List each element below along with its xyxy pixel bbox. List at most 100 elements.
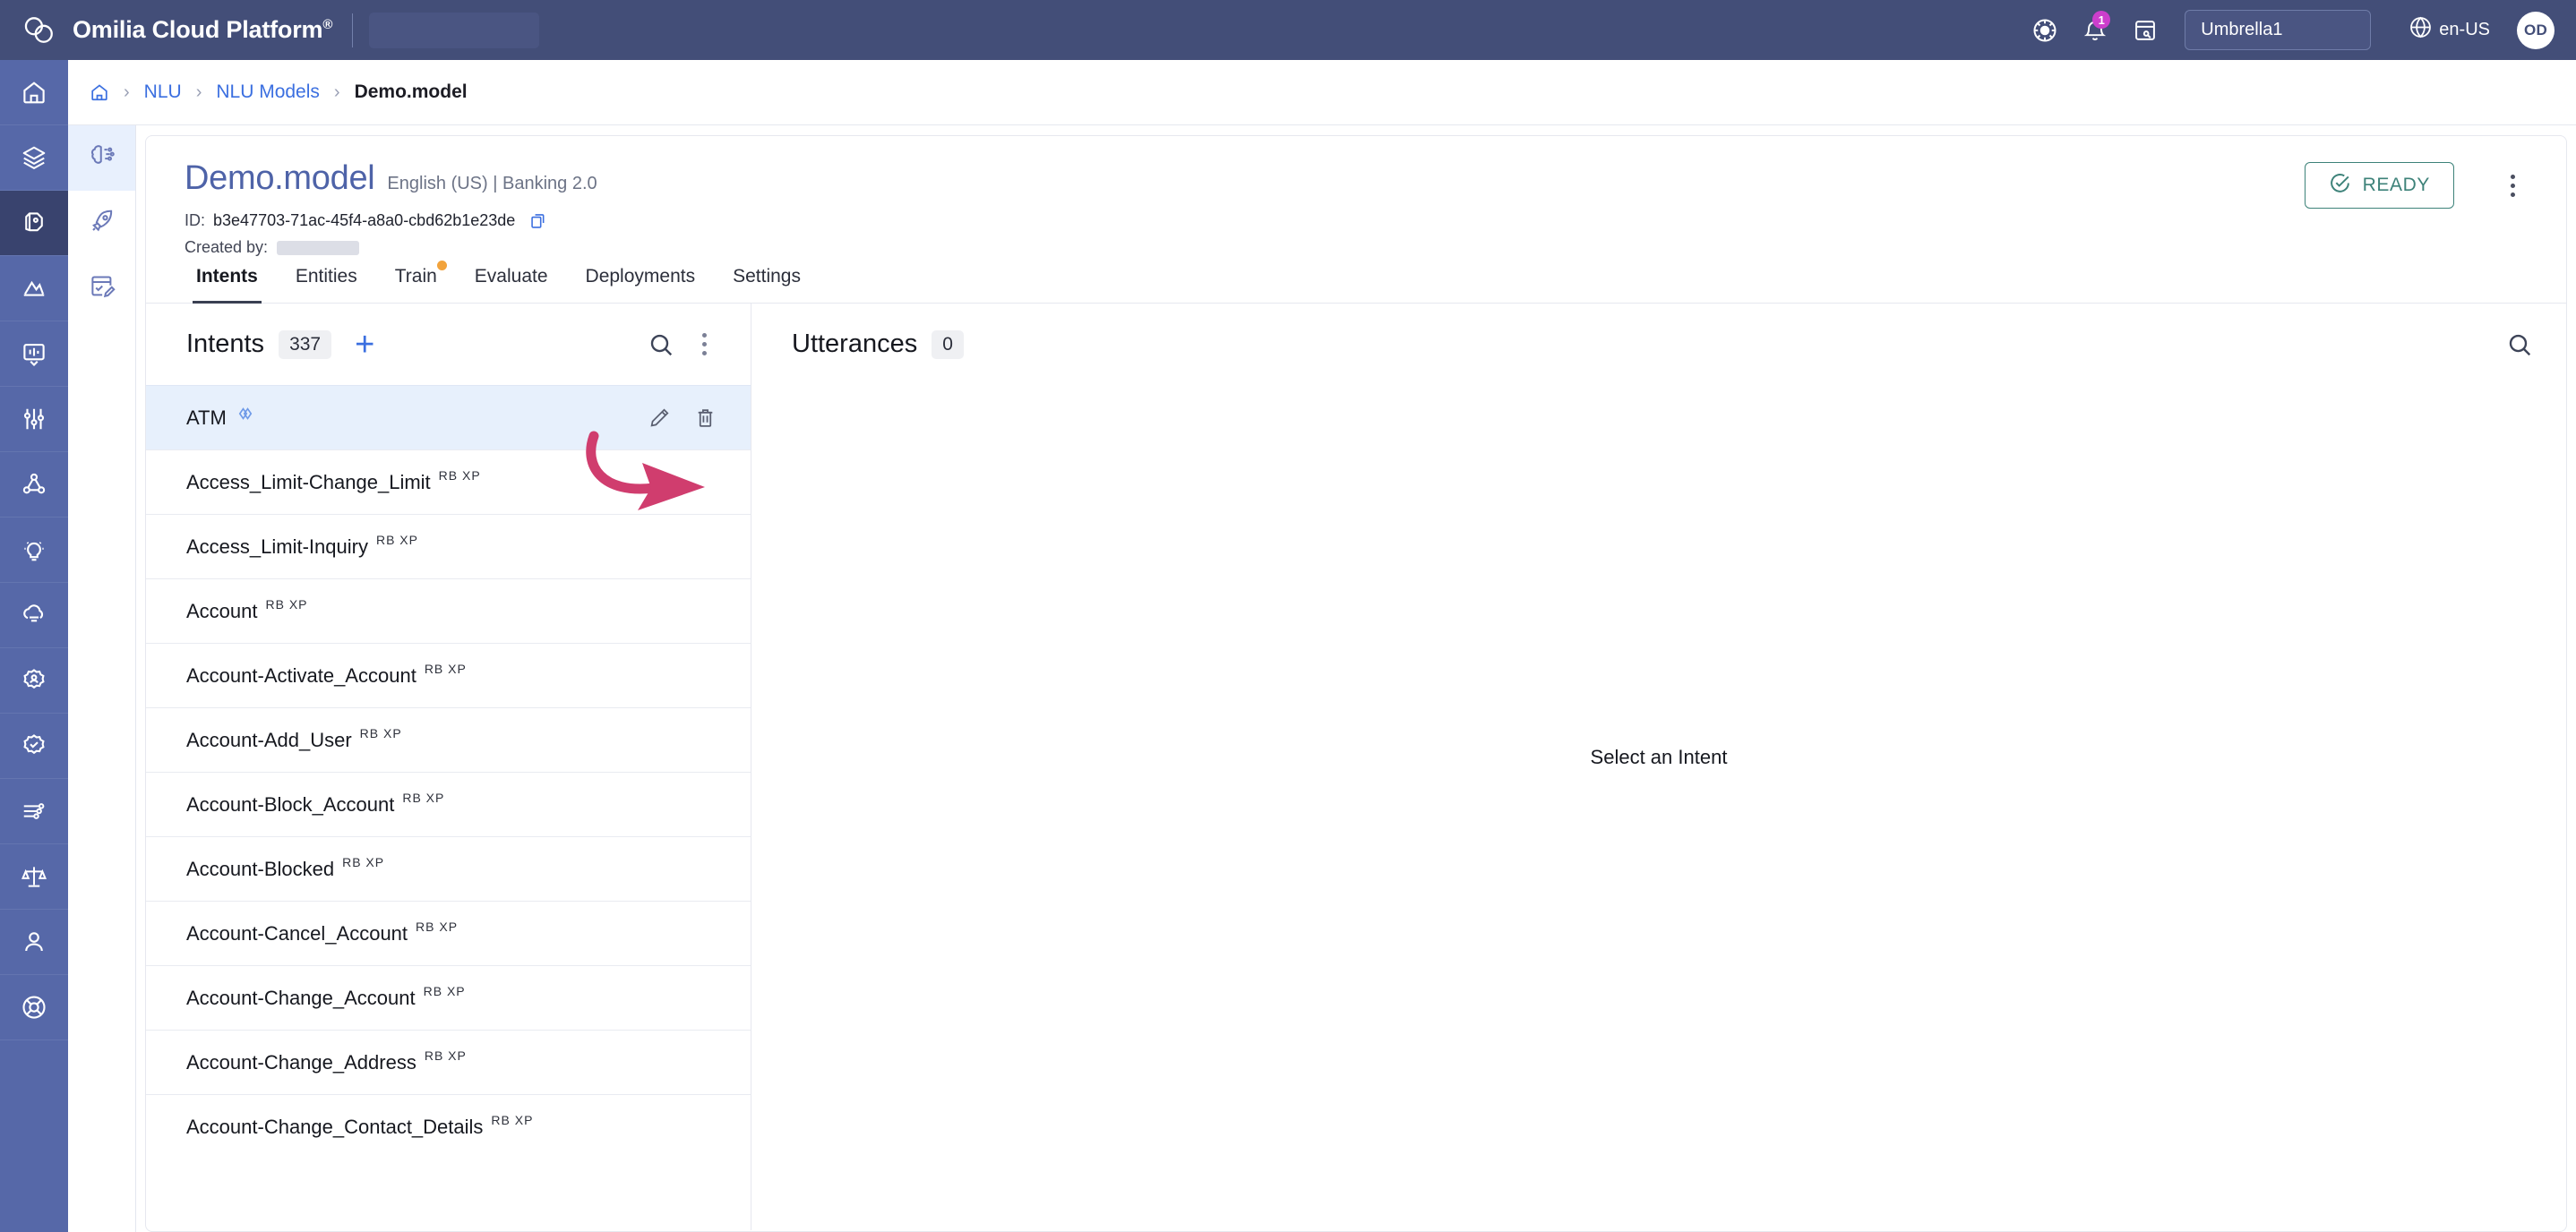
sidebar-item-biometrics[interactable] (0, 648, 68, 714)
sidebar-item-layers[interactable] (0, 125, 68, 191)
content-split: Intents 337 + ATM Access_Limit-Change_Li… (146, 304, 2566, 1230)
top-header-bar: Omilia Cloud Platform® 1 Umbrella1 en-US… (0, 0, 2576, 60)
lifebuoy-icon (21, 994, 47, 1021)
add-intent-button[interactable]: + (355, 328, 374, 362)
intent-badges: RB XP (402, 790, 445, 805)
intent-name: Account-Cancel_Account (186, 921, 408, 945)
breadcrumb-item-nlu-models[interactable]: NLU Models (216, 81, 320, 103)
biometrics-badge-icon (21, 667, 47, 694)
primary-sidebar (0, 60, 68, 1232)
intent-badges: RB XP (438, 467, 481, 483)
settings-sun-icon[interactable] (2020, 0, 2070, 60)
intents-count-badge: 337 (279, 329, 332, 359)
delete-intent-icon[interactable] (694, 406, 717, 429)
intent-row[interactable]: Access_Limit-Inquiry RB XP (146, 514, 751, 578)
intent-row[interactable]: Access_Limit-Change_Limit RB XP (146, 449, 751, 514)
avatar[interactable]: OD (2517, 11, 2555, 49)
intent-row[interactable]: Account-Block_Account RB XP (146, 772, 751, 836)
intent-name: Account-Change_Address (186, 1050, 416, 1074)
sidebar-item-cloud[interactable] (0, 583, 68, 648)
sidebar-item-transcripts[interactable] (0, 321, 68, 387)
breadcrumb-item-nlu[interactable]: NLU (144, 81, 182, 103)
search-utterances-icon[interactable] (2498, 323, 2541, 366)
model-card: Demo.model English (US) | Banking 2.0 ID… (145, 135, 2567, 1232)
tab-deployments[interactable]: Deployments (567, 266, 715, 303)
sidebar-item-compliance[interactable] (0, 844, 68, 910)
intent-list[interactable]: ATM Access_Limit-Change_Limit RB XP Acce… (146, 385, 751, 1230)
breadcrumb-home-icon[interactable] (90, 82, 109, 102)
sidebar-item-account[interactable] (0, 910, 68, 975)
intent-row[interactable]: Account-Cancel_Account RB XP (146, 901, 751, 965)
created-by-value-redacted (277, 240, 360, 255)
sidebar-item-home[interactable] (0, 60, 68, 125)
model-id-value: b3e47703-71ac-45f4-a8a0-cbd62b1e23de (213, 211, 516, 229)
breadcrumb-separator: › (195, 81, 202, 102)
globe-icon (2409, 15, 2433, 45)
intents-pane: Intents 337 + ATM Access_Limit-Change_Li… (146, 304, 751, 1230)
organization-selector[interactable]: Umbrella1 (2185, 10, 2372, 50)
created-by-row: Created by: (185, 238, 2566, 257)
intent-row[interactable]: Account-Change_Address RB XP (146, 1030, 751, 1094)
breadcrumb-separator: › (124, 81, 130, 102)
model-meta: English (US) | Banking 2.0 (387, 174, 597, 193)
sidebar-item-annotations[interactable] (68, 256, 135, 321)
tab-settings[interactable]: Settings (714, 266, 820, 303)
breadcrumb-current: Demo.model (354, 81, 468, 102)
notifications-bell-icon[interactable]: 1 (2070, 0, 2120, 60)
intent-badges: RB XP (424, 661, 467, 676)
intent-row[interactable]: Account-Blocked RB XP (146, 836, 751, 901)
status-badge[interactable]: READY (2304, 162, 2454, 209)
notes-icon[interactable] (2120, 0, 2170, 60)
intents-title: Intents (186, 329, 265, 358)
sidebar-item-tuning[interactable] (0, 387, 68, 452)
intent-name: Account-Change_Contact_Details (186, 1115, 484, 1138)
search-intents-icon[interactable] (640, 323, 683, 366)
sidebar-item-graph[interactable] (0, 452, 68, 518)
sidebar-item-nlu[interactable] (0, 191, 68, 256)
intents-options-menu-button[interactable] (683, 323, 726, 366)
intent-row[interactable]: Account RB XP (146, 578, 751, 643)
intent-name: ATM (186, 406, 227, 429)
model-options-menu-button[interactable] (2494, 167, 2530, 204)
sidebar-item-verification[interactable] (0, 714, 68, 779)
header-placeholder-slot (369, 12, 540, 48)
intent-row[interactable]: Account-Change_Account RB XP (146, 965, 751, 1030)
brain-icon (89, 142, 116, 174)
utterances-empty-message: Select an Intent (1590, 746, 1728, 768)
locale-label: en-US (2439, 20, 2490, 39)
sidebar-item-analytics[interactable] (0, 256, 68, 321)
sidebar-item-insights[interactable] (0, 518, 68, 583)
header-divider (352, 13, 354, 47)
utterances-pane-header: Utterances 0 (751, 304, 2566, 385)
copy-icon[interactable] (529, 211, 548, 230)
check-circle-icon (2329, 172, 2351, 200)
user-icon (21, 928, 47, 955)
tab-train[interactable]: Train (376, 261, 456, 303)
intent-row[interactable]: Account-Activate_Account RB XP (146, 643, 751, 707)
intent-row-atm[interactable]: ATM (146, 385, 751, 449)
sidebar-item-nlu-models[interactable] (68, 125, 135, 191)
graph-nodes-icon (21, 471, 47, 498)
cloud-icon (21, 602, 47, 629)
tuning-sliders-icon (21, 406, 47, 432)
rocket-icon (89, 208, 116, 239)
intent-row[interactable]: Account-Change_Contact_Details RB XP (146, 1094, 751, 1159)
intent-row[interactable]: Account-Add_User RB XP (146, 707, 751, 772)
breadcrumb-separator: › (333, 81, 340, 102)
tab-label: Evaluate (474, 266, 548, 287)
organization-name: Umbrella1 (2201, 20, 2283, 39)
tab-evaluate[interactable]: Evaluate (456, 266, 567, 303)
brand[interactable]: Omilia Cloud Platform® (0, 15, 332, 46)
intent-badges: RB XP (491, 1112, 534, 1127)
edit-intent-icon[interactable] (648, 406, 671, 429)
tab-entities[interactable]: Entities (277, 266, 376, 303)
locale-selector[interactable]: en-US (2409, 15, 2490, 45)
intents-pane-header: Intents 337 + (146, 304, 751, 385)
breadcrumb: › NLU › NLU Models › Demo.model (68, 60, 2576, 125)
utterances-title: Utterances (792, 329, 918, 358)
sidebar-item-integrations[interactable] (0, 779, 68, 844)
secondary-sidebar (68, 125, 136, 1232)
tab-intents[interactable]: Intents (177, 266, 277, 304)
sidebar-item-support[interactable] (0, 975, 68, 1040)
sidebar-item-deployments[interactable] (68, 191, 135, 256)
